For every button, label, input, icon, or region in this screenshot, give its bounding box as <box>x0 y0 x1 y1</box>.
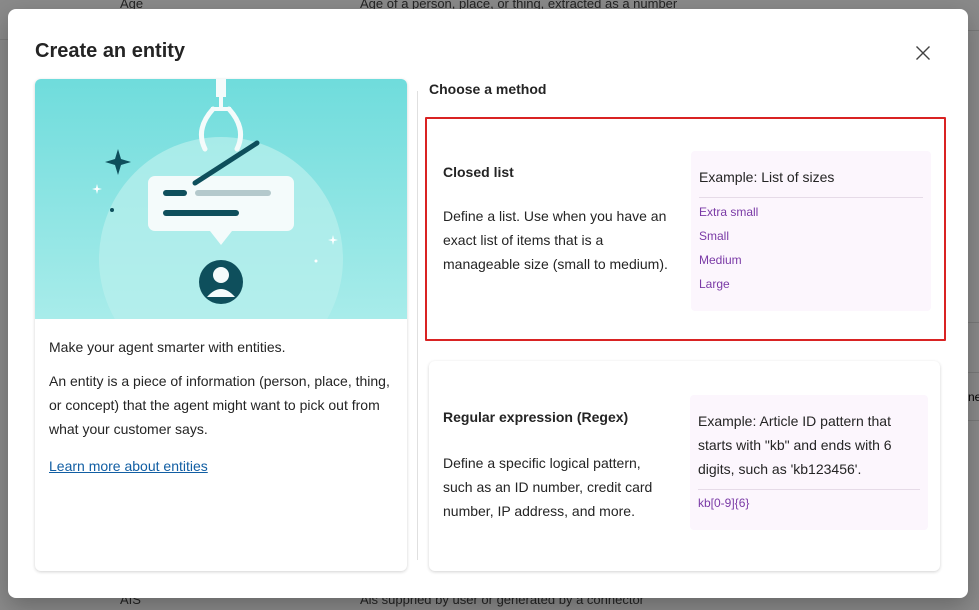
regex-example-title: Example: Article ID pattern that starts … <box>698 409 920 490</box>
entity-intro-text: Make your agent smarter with entities. <box>49 339 286 355</box>
create-entity-dialog: Create an entity Make your agent smarter… <box>8 9 968 598</box>
regex-example: Example: Article ID pattern that starts … <box>690 395 928 530</box>
dialog-title: Create an entity <box>35 40 186 62</box>
panel-divider <box>417 91 418 560</box>
entity-description-text: An entity is a piece of information (per… <box>49 373 390 437</box>
entity-info-text: Make your agent smarter with entities. A… <box>49 335 394 478</box>
example-list-item: Medium <box>699 253 742 267</box>
closed-list-example-items: Extra small Small Medium Large <box>699 198 923 296</box>
entity-illustration <box>35 79 407 319</box>
close-icon <box>916 46 930 60</box>
regex-option-card[interactable]: Regular expression (Regex) Define a spec… <box>429 361 940 571</box>
learn-more-link[interactable]: Learn more about entities <box>49 458 208 474</box>
regex-description: Define a specific logical pattern, such … <box>443 455 653 519</box>
regex-example-code: kb[0-9]{6} <box>698 496 750 510</box>
choose-method-heading: Choose a method <box>429 81 547 97</box>
example-list-item: Small <box>699 229 730 243</box>
closed-list-title: Closed list <box>443 164 514 180</box>
regex-title: Regular expression (Regex) <box>443 409 629 425</box>
entity-info-card: Make your agent smarter with entities. A… <box>35 79 407 571</box>
closed-list-option-card[interactable]: Closed list Define a list. Use when you … <box>425 117 946 341</box>
closed-list-example: Example: List of sizes Extra small Small… <box>691 151 931 311</box>
closed-list-description: Define a list. Use when you have an exac… <box>443 208 668 272</box>
closed-list-example-title: Example: List of sizes <box>699 165 923 198</box>
close-button[interactable] <box>908 40 938 66</box>
example-list-item: Large <box>699 277 730 291</box>
example-list-item: Extra small <box>699 205 759 219</box>
